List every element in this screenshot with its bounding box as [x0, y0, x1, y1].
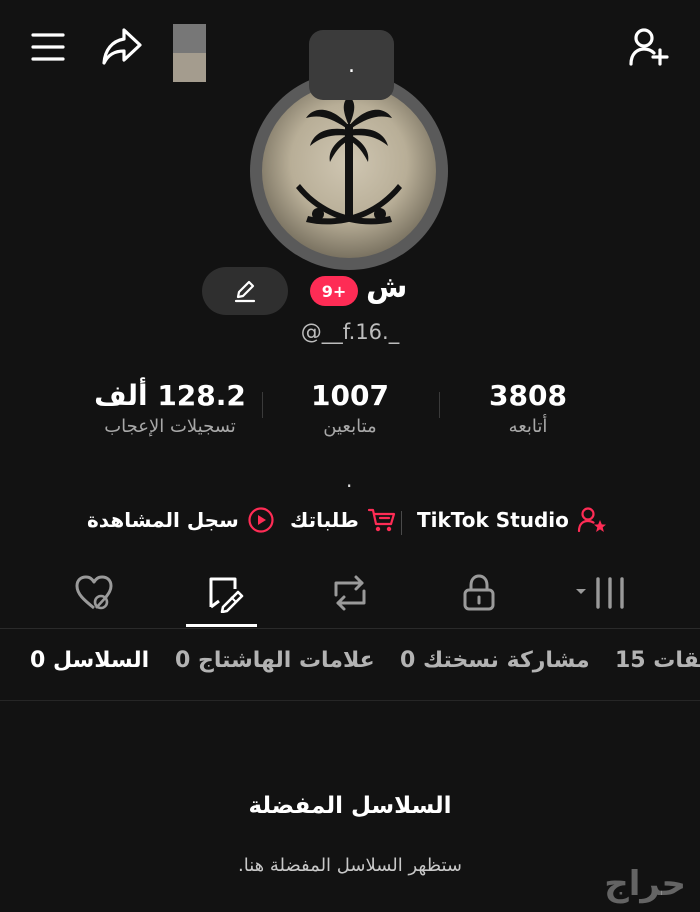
story-text: .	[348, 52, 355, 78]
empty-state-description: ستظهر السلاسل المفضلة هنا.	[237, 855, 462, 876]
orders-label: طلباتك	[290, 508, 359, 532]
avatar[interactable]	[262, 84, 436, 258]
menu-icon[interactable]	[30, 30, 66, 64]
tab-favorites[interactable]	[205, 573, 245, 617]
empty-state-title: السلاسل المفضلة	[248, 793, 452, 819]
followers-count: 1007	[311, 379, 389, 412]
watch-history-link[interactable]: سجل المشاهدة	[87, 506, 275, 534]
tab-private[interactable]	[461, 573, 497, 617]
blurred-image	[173, 24, 206, 82]
edit-profile-button[interactable]	[202, 267, 288, 315]
subtab-truncated[interactable]: يقات 15	[615, 648, 700, 673]
pencil-icon	[234, 280, 256, 303]
stat-followers[interactable]: 1007 متابعين	[260, 378, 440, 440]
tiktok-studio-link[interactable]: TikTok Studio	[417, 506, 607, 534]
watch-history-label: سجل المشاهدة	[87, 508, 239, 532]
repost-icon	[334, 575, 366, 611]
followers-label: متابعين	[323, 416, 377, 437]
tiktok-studio-label: TikTok Studio	[417, 508, 569, 532]
notification-badge[interactable]: 9+	[310, 276, 358, 306]
subtab-share-your-version[interactable]: مشاركة نسختك 0	[400, 648, 590, 673]
bookmark-icon	[209, 577, 244, 614]
stat-following[interactable]: 3808 أتابعه	[438, 378, 618, 440]
active-tab-indicator	[186, 624, 257, 627]
add-friend-icon[interactable]	[628, 26, 672, 68]
haraj-watermark: حراج	[604, 864, 686, 904]
subtab-series[interactable]: السلاسل 0	[30, 648, 149, 673]
links-divider	[401, 511, 402, 535]
following-count: 3808	[489, 379, 567, 412]
share-icon[interactable]	[100, 26, 144, 68]
tab-reposts[interactable]	[330, 573, 370, 617]
following-label: أتابعه	[508, 416, 548, 437]
tab-videos-grid[interactable]	[574, 573, 628, 617]
user-star-icon	[577, 507, 606, 533]
palm-swords-emblem-icon	[296, 96, 402, 225]
orders-link[interactable]: طلباتك	[290, 506, 397, 534]
lock-icon	[463, 574, 495, 611]
stat-likes[interactable]: 128.2 ألف تسجيلات الإعجاب	[80, 378, 260, 440]
tabs-divider	[0, 628, 700, 629]
heart-hidden-icon	[75, 575, 113, 610]
play-circle-icon	[248, 507, 274, 533]
likes-count: 128.2 ألف	[94, 379, 246, 412]
display-name: ش	[366, 270, 408, 305]
story-bubble[interactable]: .	[309, 30, 394, 100]
subtab-hashtags[interactable]: علامات الهاشتاج 0	[175, 648, 375, 673]
grid-icon	[576, 577, 624, 609]
username: @__f.16._	[300, 320, 400, 344]
bio-text: .	[346, 468, 353, 492]
stat-divider	[262, 392, 263, 418]
cart-icon	[367, 508, 395, 532]
likes-label: تسجيلات الإعجاب	[104, 416, 236, 437]
tab-liked[interactable]	[74, 573, 114, 617]
subtabs-divider	[0, 700, 700, 701]
